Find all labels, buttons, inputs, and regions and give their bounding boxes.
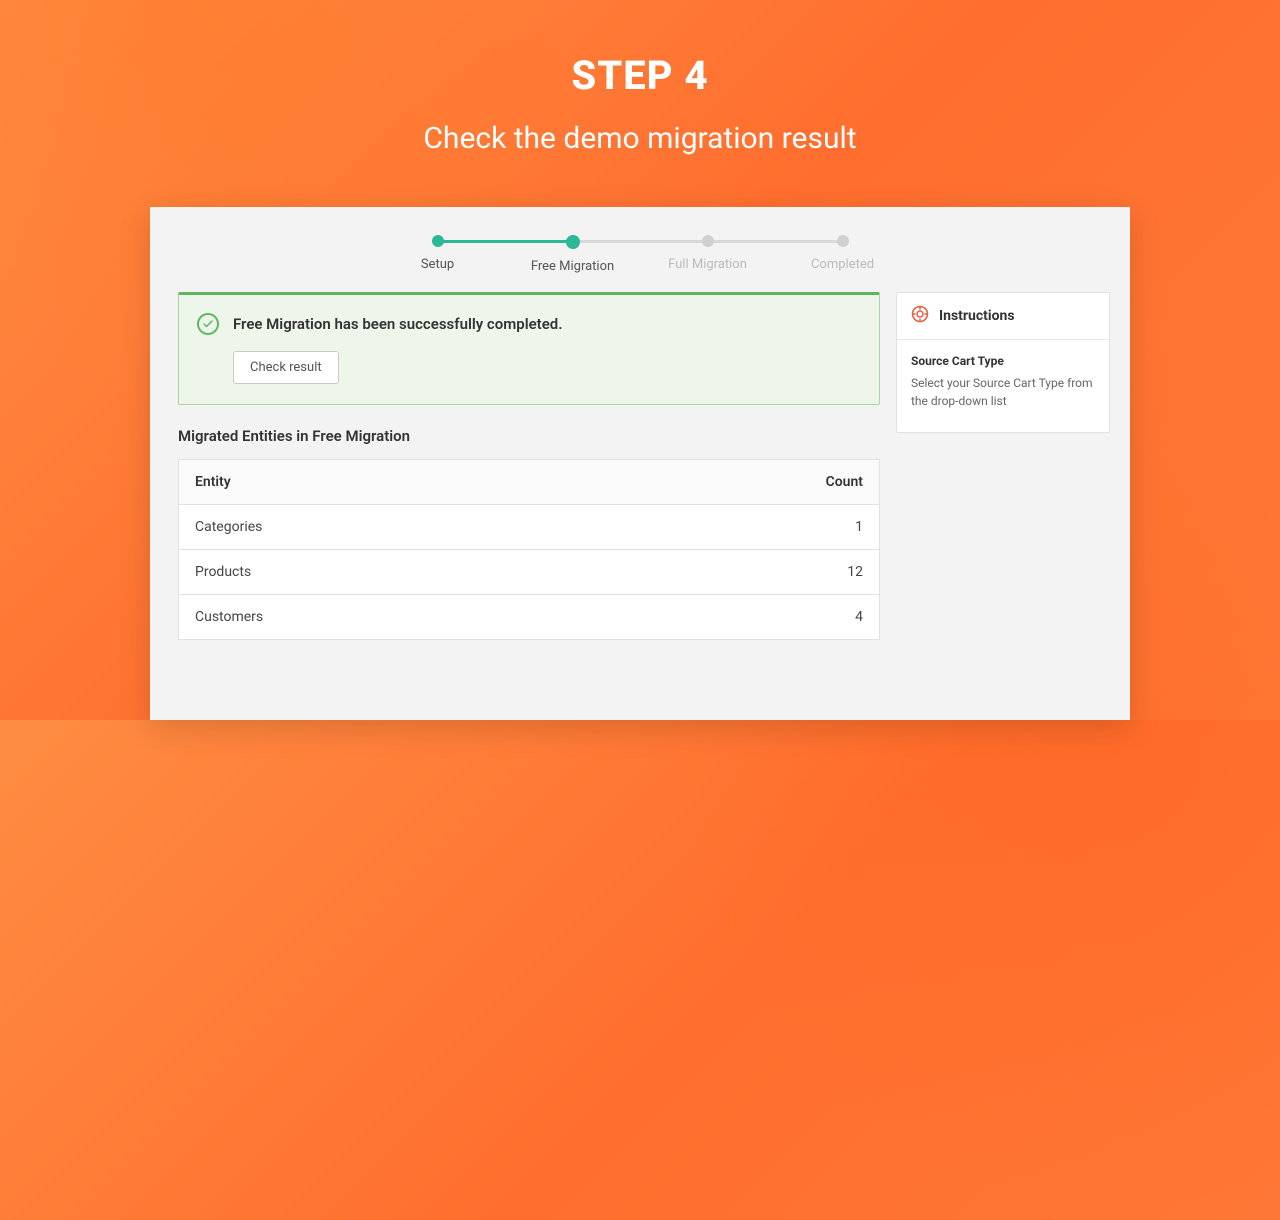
entities-table: Entity Count Categories 1 Products 12 Cu… — [178, 459, 880, 640]
col-count: Count — [826, 474, 863, 490]
alert-message: Free Migration has been successfully com… — [233, 315, 563, 333]
instructions-label: Source Cart Type — [911, 354, 1095, 368]
step-label: Completed — [811, 257, 874, 272]
instructions-title: Instructions — [939, 308, 1015, 324]
success-alert: Free Migration has been successfully com… — [178, 292, 880, 405]
step-label: Setup — [421, 257, 454, 272]
step-dot-icon — [837, 235, 849, 247]
table-row: Categories 1 — [179, 505, 879, 550]
step-number: STEP 4 — [0, 52, 1280, 99]
main-panel: Setup Free Migration Full Migration Comp… — [150, 207, 1130, 720]
step-connector — [573, 240, 708, 243]
table-row: Products 12 — [179, 550, 879, 595]
lifebuoy-icon — [911, 305, 929, 327]
progress-stepper: Setup Free Migration Full Migration Comp… — [150, 207, 1130, 274]
cell-count: 1 — [855, 519, 863, 535]
step-dot-icon — [566, 235, 580, 249]
check-result-button[interactable]: Check result — [233, 351, 339, 384]
cell-count: 12 — [847, 564, 863, 580]
col-entity: Entity — [195, 474, 231, 490]
instructions-card: Instructions Source Cart Type Select you… — [896, 292, 1110, 433]
cell-entity: Categories — [195, 519, 262, 535]
cell-count: 4 — [855, 609, 863, 625]
instructions-text: Select your Source Cart Type from the dr… — [911, 374, 1095, 410]
table-header-row: Entity Count — [179, 460, 879, 505]
cell-entity: Customers — [195, 609, 263, 625]
step-label: Free Migration — [531, 259, 614, 274]
cell-entity: Products — [195, 564, 251, 580]
step-dot-icon — [432, 235, 444, 247]
step-label: Full Migration — [668, 257, 747, 272]
page-subtitle: Check the demo migration result — [0, 121, 1280, 156]
step-connector — [708, 240, 843, 243]
step-setup[interactable]: Setup — [370, 235, 505, 272]
check-circle-icon — [197, 313, 219, 335]
step-connector — [438, 240, 573, 243]
section-title: Migrated Entities in Free Migration — [178, 427, 880, 445]
table-row: Customers 4 — [179, 595, 879, 639]
step-dot-icon — [702, 235, 714, 247]
